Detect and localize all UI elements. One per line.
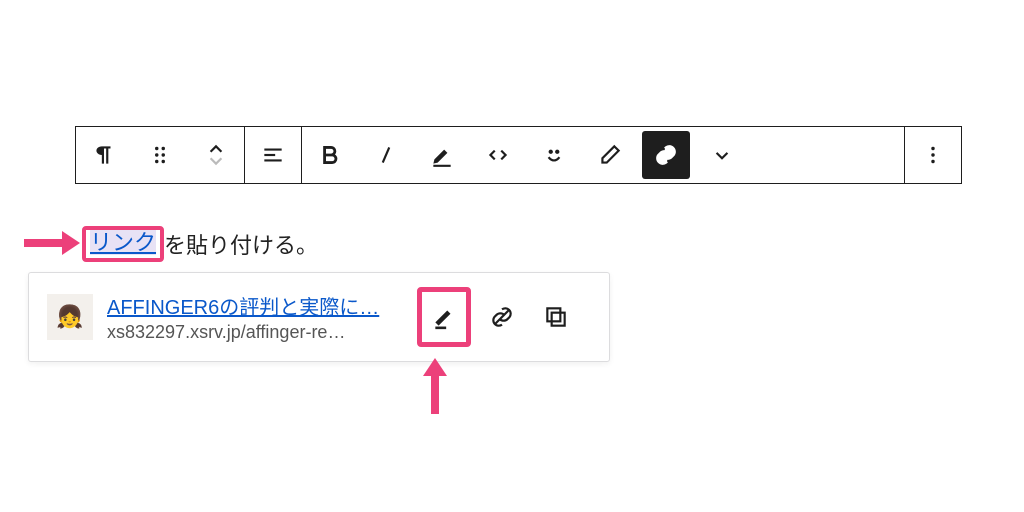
link-text[interactable]: リンク bbox=[90, 230, 156, 255]
link-preview-popover: 👧 AFFINGER6の評判と実際に… xs832297.xsrv.jp/aff… bbox=[28, 272, 610, 362]
avatar-emoji: 👧 bbox=[56, 304, 83, 330]
toolbar-group-block bbox=[76, 127, 245, 183]
annotation-highlight-linkword: リンク bbox=[82, 226, 164, 262]
link-texts: AFFINGER6の評判と実際に… xs832297.xsrv.jp/affin… bbox=[107, 291, 397, 343]
move-updown-icon[interactable] bbox=[188, 127, 244, 183]
link-title[interactable]: AFFINGER6の評判と実際に… bbox=[107, 291, 397, 320]
drag-handle-icon[interactable] bbox=[132, 127, 188, 183]
toolbar-group-inline bbox=[302, 127, 905, 183]
italic-icon[interactable] bbox=[358, 127, 414, 183]
code-icon[interactable] bbox=[470, 127, 526, 183]
link-thumbnail: 👧 bbox=[47, 294, 93, 340]
emoji-icon[interactable] bbox=[526, 127, 582, 183]
bold-icon[interactable] bbox=[302, 127, 358, 183]
paragraph-icon[interactable] bbox=[76, 127, 132, 183]
chevron-down-icon[interactable] bbox=[694, 127, 750, 183]
paragraph-content[interactable]: リンク を貼り付ける。 bbox=[82, 226, 318, 262]
more-icon[interactable] bbox=[905, 127, 961, 183]
paragraph-rest: を貼り付ける。 bbox=[164, 228, 318, 260]
unlink-button[interactable] bbox=[479, 294, 525, 340]
copy-link-button[interactable] bbox=[533, 294, 579, 340]
clear-icon[interactable] bbox=[582, 127, 638, 183]
link-icon[interactable] bbox=[642, 131, 690, 179]
link-url: xs832297.xsrv.jp/affinger-re… bbox=[107, 322, 397, 343]
edit-link-button[interactable] bbox=[417, 287, 471, 347]
annotation-arrow-up-icon bbox=[420, 358, 450, 416]
edit-icon bbox=[431, 304, 457, 330]
toolbar-group-align bbox=[245, 127, 302, 183]
annotation-arrow-right-icon bbox=[22, 228, 80, 258]
link-popup-actions bbox=[417, 287, 579, 347]
highlight-icon[interactable] bbox=[414, 127, 470, 183]
toolbar-group-more bbox=[905, 127, 961, 183]
unlink-icon bbox=[489, 304, 515, 330]
block-toolbar bbox=[75, 126, 962, 184]
copy-icon bbox=[543, 304, 569, 330]
align-icon[interactable] bbox=[245, 127, 301, 183]
